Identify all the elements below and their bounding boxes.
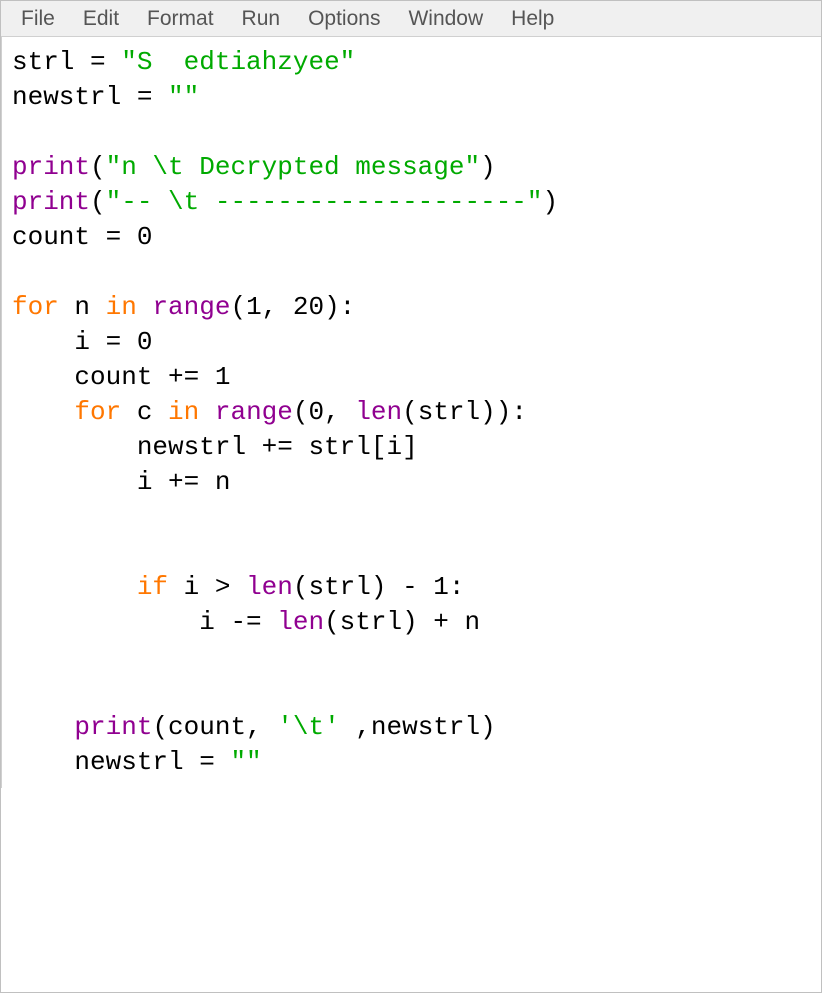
menu-run[interactable]: Run bbox=[228, 3, 295, 35]
code-line-12: newstrl += strl[i] bbox=[12, 432, 418, 462]
menu-options[interactable]: Options bbox=[294, 3, 394, 35]
menu-window[interactable]: Window bbox=[394, 3, 497, 35]
code-line-11: for c in range(0, len(strl)): bbox=[12, 397, 527, 427]
code-editor[interactable]: strl = "S edtiahzyee" newstrl = "" print… bbox=[1, 37, 821, 788]
code-line-8: for n in range(1, 20): bbox=[12, 292, 355, 322]
code-line-20: print(count, '\t' ,newstrl) bbox=[12, 712, 496, 742]
menu-file[interactable]: File bbox=[7, 3, 69, 35]
code-line-1: strl = "S edtiahzyee" bbox=[12, 47, 355, 77]
code-line-2: newstrl = "" bbox=[12, 82, 199, 112]
code-line-16: if i > len(strl) - 1: bbox=[12, 572, 465, 602]
menu-format[interactable]: Format bbox=[133, 3, 228, 35]
menubar: File Edit Format Run Options Window Help bbox=[1, 1, 821, 37]
code-line-10: count += 1 bbox=[12, 362, 230, 392]
code-line-5: print("-- \t --------------------") bbox=[12, 187, 558, 217]
code-line-9: i = 0 bbox=[12, 327, 152, 357]
menu-edit[interactable]: Edit bbox=[69, 3, 133, 35]
menu-help[interactable]: Help bbox=[497, 3, 568, 35]
code-line-4: print("n \t Decrypted message") bbox=[12, 152, 496, 182]
code-line-17: i -= len(strl) + n bbox=[12, 607, 480, 637]
code-line-6: count = 0 bbox=[12, 222, 152, 252]
code-line-13: i += n bbox=[12, 467, 230, 497]
code-line-21: newstrl = "" bbox=[12, 747, 262, 777]
